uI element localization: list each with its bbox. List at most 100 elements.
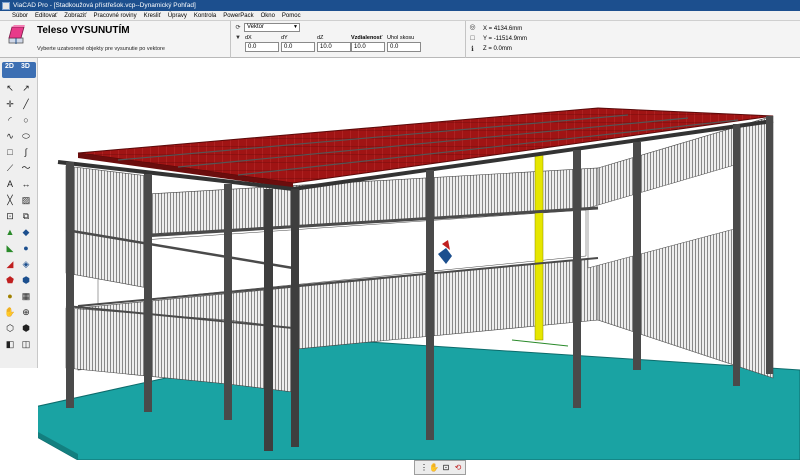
trim-icon[interactable]: ╳ — [4, 194, 16, 206]
view-cube-icon[interactable]: ⬡ — [4, 322, 16, 334]
scene-canvas[interactable] — [38, 58, 800, 460]
arc-icon[interactable]: ◜ — [4, 114, 16, 126]
menu-edit[interactable]: Editovať — [35, 13, 57, 19]
field-distance-label: Vzdialenosť — [351, 35, 383, 41]
solid-box-icon[interactable]: ◆ — [20, 226, 32, 238]
revolve-icon[interactable]: ◣ — [4, 242, 16, 254]
zoom-icon[interactable]: ⊕ — [20, 306, 32, 318]
field-dy-label: dY — [281, 35, 288, 41]
menu-file[interactable]: Súbor — [12, 13, 28, 19]
light-icon[interactable]: ● — [4, 290, 16, 302]
coord-y: Y = -11514.9mm — [483, 36, 527, 42]
zoom-window-icon[interactable]: ⊡ — [441, 463, 451, 473]
command-title: Teleso VYSUNUTÍM — [37, 25, 130, 36]
window-titlebar: ViaCAD Pro - [Stadkoužová přístřešok.vcp… — [0, 0, 800, 11]
coord-x: X = 4134.6mm — [483, 26, 523, 32]
spline-icon[interactable]: ∫ — [20, 146, 32, 158]
command-bar: Teleso VYSUNUTÍM Vyberte uzatvorené obje… — [0, 21, 800, 58]
field-dy-input[interactable]: 0.0 — [281, 42, 315, 52]
menu-draw[interactable]: Kresliť — [144, 13, 161, 19]
curve-icon[interactable]: ∿ — [4, 130, 16, 142]
menu-bar: Súbor Editovať Zobraziť Pracovné roviny … — [0, 11, 800, 21]
solid-sphere-icon[interactable]: ● — [20, 242, 32, 254]
app-icon — [2, 1, 10, 10]
field-distance-input[interactable]: 10.0 — [351, 42, 385, 52]
column-back-right[interactable] — [766, 116, 773, 374]
window-title: ViaCAD Pro - [Stadkoužová přístřešok.vcp… — [13, 2, 196, 9]
coordinate-readout: X = 4134.6mm Y = -11514.9mm Z = 0.0mm — [483, 24, 527, 54]
select-arrow-icon[interactable]: ↖ — [4, 82, 16, 94]
text-icon[interactable]: A — [4, 178, 16, 190]
move-icon[interactable]: ⊡ — [4, 210, 16, 222]
chevron-down-icon: ▼ — [293, 24, 298, 30]
column-side-1[interactable] — [426, 170, 434, 440]
column-front-2[interactable] — [144, 174, 152, 412]
menu-help[interactable]: Pomoc — [282, 13, 301, 19]
column-side-4[interactable] — [733, 124, 740, 386]
rectangle-icon[interactable]: □ — [4, 146, 16, 158]
field-dx-label: dX — [245, 35, 252, 41]
surface-icon[interactable]: ◈ — [20, 258, 32, 270]
select-point-icon[interactable]: ↗ — [20, 82, 32, 94]
column-front-3[interactable] — [224, 184, 232, 420]
ellipse-icon[interactable]: ⬭ — [20, 130, 32, 142]
pan-hand-icon[interactable]: ✋ — [429, 463, 439, 473]
coord-icons: ◎ □ ℹ — [468, 23, 478, 56]
pan-hand-icon[interactable]: ✋ — [4, 306, 16, 318]
lock-icon[interactable]: □ — [468, 34, 477, 43]
wireframe-icon[interactable]: ◫ — [20, 338, 32, 350]
tab-3d[interactable]: 3D — [21, 63, 30, 70]
column-front-corner[interactable] — [264, 189, 273, 451]
field-dx: dX 0.0 — [245, 34, 279, 52]
render-icon[interactable]: ◧ — [4, 338, 16, 350]
rotate-view-icon[interactable]: ⟲ — [453, 463, 463, 473]
separator — [465, 21, 466, 58]
tab-2d[interactable]: 2D — [5, 63, 14, 70]
point-icon[interactable]: ✛ — [4, 98, 16, 110]
yellow-column[interactable] — [534, 153, 544, 341]
view-mode-tabs: 2D 3D — [2, 62, 36, 78]
freehand-icon[interactable]: 〜 — [20, 162, 32, 174]
field-dx-input[interactable]: 0.0 — [245, 42, 279, 52]
field-draft-angle-label: Uhol skosu — [387, 35, 415, 41]
view-iso-icon[interactable]: ⬢ — [20, 322, 32, 334]
hatch-icon[interactable]: ▨ — [20, 194, 32, 206]
grip-icon[interactable]: ⋮ — [419, 463, 429, 473]
line-icon[interactable]: ╱ — [20, 98, 32, 110]
column-front-corner-2[interactable] — [291, 189, 299, 447]
menu-powerpack[interactable]: PowerPack — [223, 13, 253, 19]
circle-icon[interactable]: ○ — [20, 114, 32, 126]
pin-icon[interactable]: ▼ — [234, 33, 242, 43]
left-wall-cladding-upper[interactable] — [65, 165, 149, 289]
menu-window[interactable]: Okno — [261, 13, 275, 19]
3d-viewport[interactable] — [38, 58, 800, 460]
field-dz: dZ 10.0 — [317, 34, 351, 52]
grid-icon[interactable]: ▦ — [20, 290, 32, 302]
polyline-icon[interactable]: ⟋ — [4, 162, 16, 174]
extrude-icon[interactable]: ▲ — [4, 226, 16, 238]
mode-select-value: Vektor — [247, 24, 265, 30]
shell-icon[interactable]: ⬢ — [20, 274, 32, 286]
loft-icon[interactable]: ◢ — [4, 258, 16, 270]
view-toolbar: ⋮ ✋ ⊡ ⟲ — [414, 460, 466, 475]
transform-icon[interactable]: ⧉ — [20, 210, 32, 222]
boolean-icon[interactable]: ⬟ — [4, 274, 16, 286]
field-draft-angle-input[interactable]: 0.0 — [387, 42, 421, 52]
left-wall-cladding-lower-2[interactable] — [227, 319, 294, 393]
column-side-2[interactable] — [573, 150, 581, 408]
extrude-mode-select[interactable]: Vektor ▼ — [244, 23, 300, 32]
column-side-3[interactable] — [633, 142, 641, 370]
dimension-icon[interactable]: ↔ — [20, 178, 32, 190]
menu-workplanes[interactable]: Pracovné roviny — [94, 13, 137, 19]
refresh-icon[interactable]: ⟳ — [234, 23, 242, 33]
column-front-left[interactable] — [66, 162, 74, 408]
info-icon[interactable]: ℹ — [468, 45, 477, 54]
target-icon[interactable]: ◎ — [468, 23, 477, 32]
axis-indicator — [511, 339, 569, 347]
menu-view[interactable]: Zobraziť — [64, 13, 86, 19]
field-dz-input[interactable]: 10.0 — [317, 42, 351, 52]
tool-palette: 2D 3D ↖ ↗ ✛ ╱ ◜ ○ ∿ ⬭ □ ∫ ⟋ 〜 A ↔ ╳ ▨ ⊡ … — [0, 58, 38, 368]
extrude-tool-icon — [8, 25, 25, 44]
menu-check[interactable]: Kontrola — [194, 13, 216, 19]
menu-modify[interactable]: Úpravy — [168, 13, 187, 19]
